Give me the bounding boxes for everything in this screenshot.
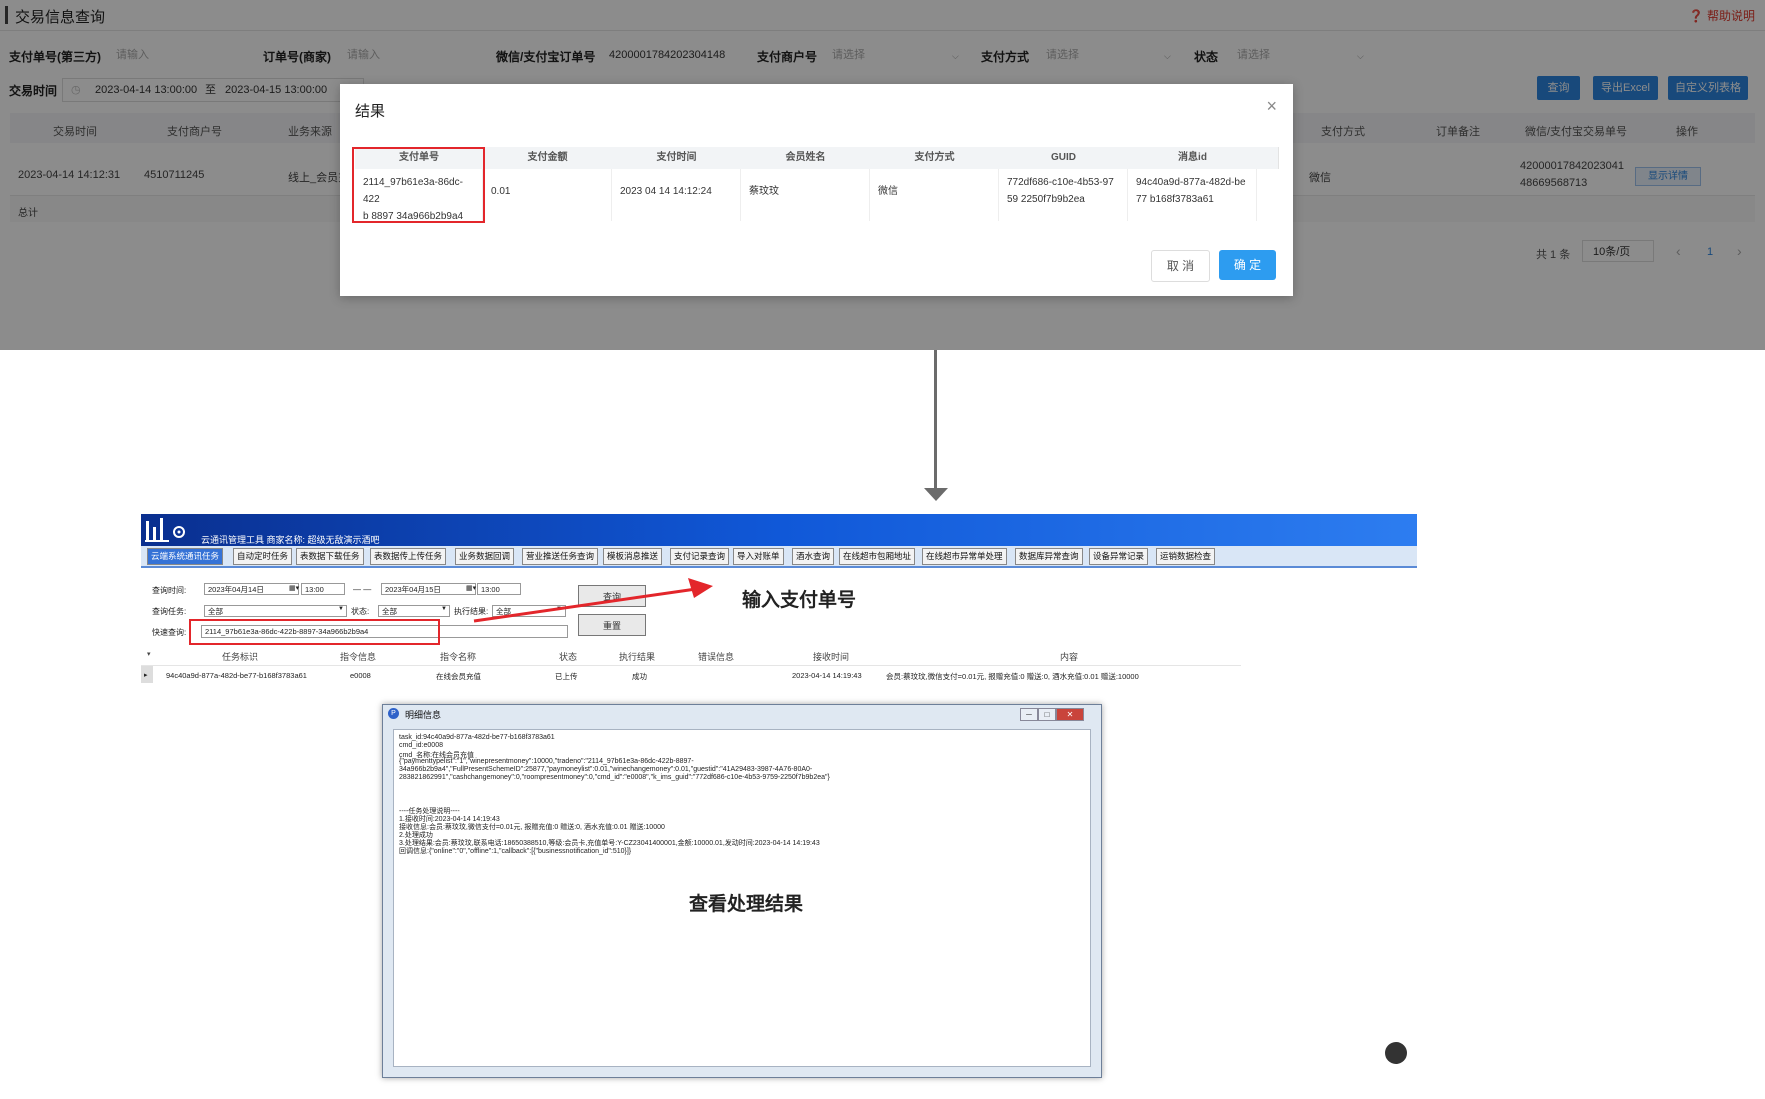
col-member: 会员姓名	[741, 147, 871, 169]
msg-line2: 77 b168f3783a61	[1136, 194, 1214, 205]
chevron-down-icon: ▼	[441, 606, 447, 612]
time-start-field[interactable]: 13:00	[301, 583, 345, 595]
grid-corner: ▾	[147, 651, 151, 658]
col-pay-time: 支付时间	[612, 147, 742, 169]
guid-line1: 772df686-c10e-4b53-97	[1007, 177, 1114, 188]
tab-db-exceptions[interactable]: 数据库异常查询	[1015, 548, 1083, 565]
tab-callback[interactable]: 业务数据回调	[455, 548, 515, 565]
detail-line: {"paymenttypelist":"1","winepresentmoney…	[399, 758, 694, 765]
state-label: 状态:	[351, 607, 370, 616]
query-time-label: 查询时间:	[152, 586, 187, 595]
maximize-icon[interactable]: □	[1038, 708, 1056, 721]
red-pointer-arrow	[473, 578, 713, 623]
col-guid: GUID	[999, 147, 1129, 169]
tab-wine-query[interactable]: 酒水查询	[792, 548, 835, 565]
ok-button[interactable]: 确 定	[1219, 250, 1276, 280]
tab-device-exceptions[interactable]: 设备异常记录	[1089, 548, 1149, 565]
tab-template-msg[interactable]: 模板消息推送	[603, 548, 663, 565]
detail-line: 283821862991","cashchangemoney":0,"roomp…	[399, 774, 830, 781]
detail-line: 回调信息:{"online":"0","offline":1,"callback…	[399, 848, 632, 855]
task-label: 查询任务:	[152, 607, 187, 616]
app-icon: P	[388, 708, 399, 719]
arrow-down-icon	[924, 488, 948, 501]
detail-line: task_id:94c40a9d-877a-482d-be77-b168f378…	[399, 734, 555, 741]
close-icon[interactable]: ✕	[1056, 708, 1084, 721]
cell-guid: 772df686-c10e-4b53-97 59 2250f7b9b2ea	[999, 169, 1128, 221]
app-banner-title: 云通讯管理工具 商家名称: 超级无敌演示酒吧	[201, 535, 380, 545]
row-cmd-name: 在线会员充值	[436, 672, 481, 681]
tab-table-download[interactable]: 表数据下载任务	[296, 548, 364, 565]
tab-data-check[interactable]: 运销数据检查	[1156, 548, 1216, 565]
quick-query-label: 快速查询:	[152, 628, 187, 637]
tab-online-room[interactable]: 在线超市包厢地址	[839, 548, 916, 565]
range-sep: — —	[353, 585, 372, 594]
state-select[interactable]: 全部	[378, 605, 450, 617]
app-logo-icon	[145, 518, 185, 542]
detail-line: 接收信息:会员:蔡玟玟,微信支付=0.01元, 报赠充值:0 赠送:0, 酒水充…	[399, 824, 665, 831]
result-modal: 结果 × 支付单号 支付金额 支付时间 会员姓名 支付方式 GUID 消息id …	[340, 84, 1293, 296]
col-amount: 支付金额	[483, 147, 613, 169]
row-state: 已上传	[555, 672, 578, 681]
cell-paytype: 微信	[870, 169, 999, 221]
floating-widget-icon[interactable]	[1385, 1042, 1407, 1064]
web-query-page: 交易信息查询 ❓ 帮助说明 支付单号(第三方) 请输入 订单号(商家) 请输入 …	[0, 0, 1765, 350]
minimize-icon[interactable]: ─	[1020, 708, 1038, 721]
quick-query-highlight-box	[189, 619, 440, 645]
row-task-id: 94c40a9d-877a-482d-be77-b168f3783a61	[166, 671, 307, 680]
detail-line: 34a966b2b9a4","FullPresentSchemeID":2587…	[399, 766, 813, 773]
annotation-input-pay-no: 输入支付单号	[742, 590, 857, 611]
col-task-id: 任务标识	[222, 652, 259, 662]
calendar-icon[interactable]: ▦▾	[289, 584, 299, 592]
row-result: 成功	[632, 672, 647, 681]
col-recv-time: 接收时间	[813, 652, 850, 662]
tab-payment-records[interactable]: 支付记录查询	[670, 548, 730, 565]
col-msg-id: 消息id	[1128, 147, 1258, 169]
cell-pay-time: 2023 04 14 14:12:24	[612, 169, 741, 221]
tab-auto-timer[interactable]: 自动定时任务	[233, 548, 293, 565]
guid-line2: 59 2250f7b9b2ea	[1007, 194, 1085, 205]
pay-no-highlight-box	[352, 147, 485, 223]
modal-title: 结果	[355, 103, 386, 120]
task-select[interactable]: 全部	[204, 605, 347, 617]
cancel-button[interactable]: 取 消	[1151, 250, 1210, 282]
date-end-field[interactable]: 2023年04月15日	[381, 583, 476, 595]
col-state: 状态	[559, 652, 578, 662]
tab-push-query[interactable]: 营业推送任务查询	[522, 548, 599, 565]
row-pointer-icon: ▸	[144, 672, 148, 679]
col-result: 执行结果	[619, 652, 656, 662]
flow-arrow-line	[934, 350, 937, 488]
close-icon[interactable]: ×	[1266, 96, 1277, 117]
col-error: 错误信息	[698, 652, 735, 662]
msg-line1: 94c40a9d-877a-482d-be	[1136, 177, 1246, 188]
cell-member: 蔡玟玟	[741, 169, 870, 221]
tab-online-exceptions[interactable]: 在线超市异常单处理	[922, 548, 1007, 565]
tab-table-upload[interactable]: 表数据传上传任务	[370, 548, 447, 565]
col-cmd: 指令信息	[340, 652, 377, 662]
tab-cloud-tasks[interactable]: 云端系统通讯任务	[147, 548, 224, 565]
annotation-view-result: 查看处理结果	[689, 894, 804, 915]
row-cmd: e0008	[350, 671, 371, 680]
col-scroll-gutter	[1257, 147, 1279, 169]
dialog-title: 明细信息	[405, 710, 442, 720]
col-paytype: 支付方式	[870, 147, 1000, 169]
col-cmd-name: 指令名称	[440, 652, 477, 662]
col-content: 内容	[1060, 652, 1079, 662]
cell-amount: 0.01	[483, 169, 612, 221]
detail-line: cmd_id:e0008	[399, 742, 443, 749]
row-content: 会员:蔡玟玟,微信支付=0.01元, 报赠充值:0 赠送:0, 酒水充值:0.0…	[886, 672, 1139, 681]
row-recv-time: 2023-04-14 14:19:43	[792, 671, 862, 680]
chevron-down-icon: ▼	[338, 606, 344, 612]
tab-import-statement[interactable]: 导入对账单	[733, 548, 784, 565]
cell-msg-id: 94c40a9d-877a-482d-be 77 b168f3783a61	[1128, 169, 1257, 221]
result-table: 支付单号 支付金额 支付时间 会员姓名 支付方式 GUID 消息id 2114_…	[355, 147, 1279, 222]
detail-dialog: P 明细信息 ─ □ ✕ task_id:94c40a9d-877a-482d-…	[382, 704, 1102, 1078]
date-start-field[interactable]: 2023年04月14日	[204, 583, 299, 595]
